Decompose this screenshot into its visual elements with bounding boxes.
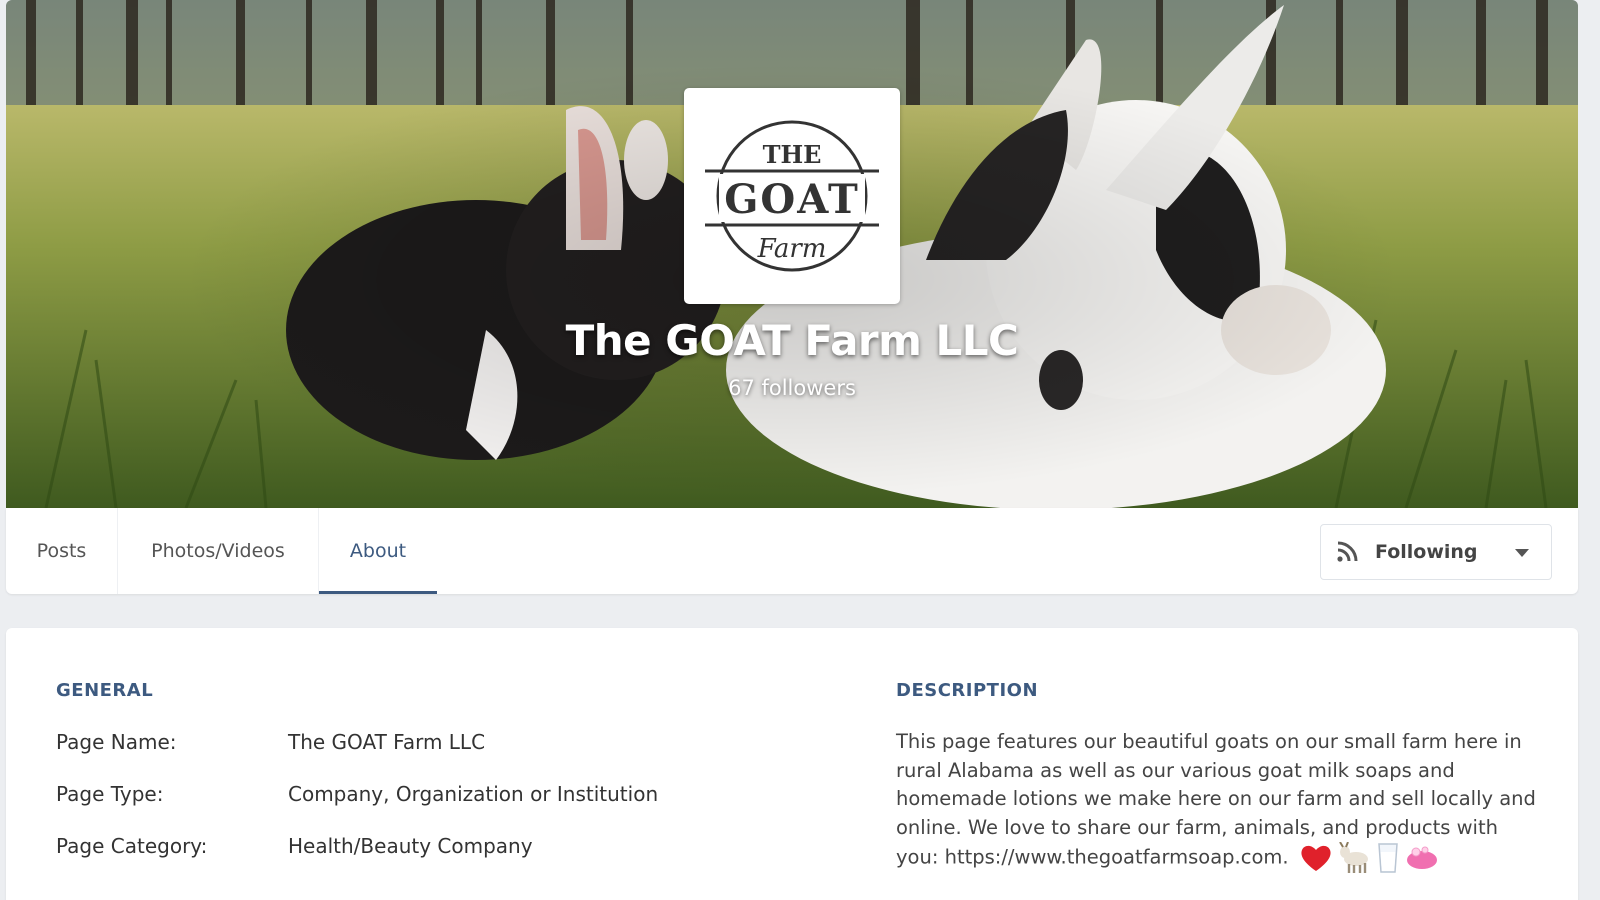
cover-photo: THE GOAT Farm The GOAT Farm LLC 67 follo… [6,0,1578,508]
description-heading: DESCRIPTION [896,680,1039,701]
page-tab-bar: Posts Photos/Videos About Following [6,508,1578,594]
info-value: Health/Beauty Company [288,834,533,858]
soap-icon [1406,846,1437,869]
tab-posts[interactable]: Posts [6,508,118,594]
milk-glass-icon [1378,843,1398,873]
following-button[interactable]: Following [1320,524,1552,580]
goat-icon [1338,842,1368,873]
page-title: The GOAT Farm LLC [565,316,1019,365]
info-label: Page Name: [56,730,177,754]
tab-photos-videos[interactable]: Photos/Videos [118,508,319,594]
description-emojis [1299,842,1439,874]
about-card: GENERAL Page Name: The GOAT Farm LLC Pag… [6,628,1578,900]
svg-text:GOAT: GOAT [724,176,860,223]
info-label: Page Type: [56,782,164,806]
info-label: Page Category: [56,834,208,858]
info-value: Company, Organization or Institution [288,782,659,806]
goat-farm-logo: THE GOAT Farm [705,120,879,272]
follower-count: 67 followers [728,376,856,400]
description-text: This page features our beautiful goats o… [896,728,1536,874]
tab-about[interactable]: About [319,508,437,594]
svg-text:Farm: Farm [757,234,827,264]
svg-text:THE: THE [763,140,822,169]
rss-icon [1337,541,1358,562]
description-body: This page features our beautiful goats o… [896,730,1536,869]
following-label: Following [1375,541,1478,563]
general-heading: GENERAL [56,680,154,701]
chevron-down-icon[interactable] [1515,549,1529,557]
info-value: The GOAT Farm LLC [288,730,486,754]
page-logo[interactable]: THE GOAT Farm [684,88,900,304]
heart-icon [1301,845,1331,871]
